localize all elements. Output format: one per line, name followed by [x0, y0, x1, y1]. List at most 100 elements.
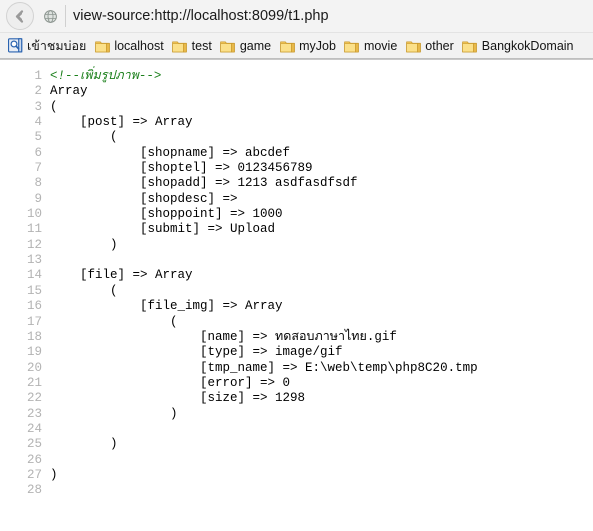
code-line: 16 [file_img] => Array [0, 299, 593, 314]
line-code: [shoptel] => 0123456789 [50, 161, 313, 176]
browser-chrome: เข้าชมบ่อย localhost test game myJob movie oth… [0, 0, 593, 60]
code-line: 9 [shopdesc] => [0, 192, 593, 207]
bookmark-item-test[interactable]: test [169, 35, 217, 56]
code-line: 12 ) [0, 238, 593, 253]
line-number: 21 [26, 375, 42, 390]
bookmark-item-localhost[interactable]: localhost [91, 35, 168, 56]
code-line: 7 [shoptel] => 0123456789 [0, 161, 593, 176]
bookmark-label: test [191, 38, 212, 53]
bookmark-item-myjob[interactable]: myJob [276, 35, 341, 56]
line-code: [submit] => Upload [50, 222, 276, 237]
address-bar-divider [65, 5, 66, 27]
line-number: 15 [26, 283, 42, 298]
line-number: 17 [26, 314, 42, 329]
bookmark-item-movie[interactable]: movie [341, 35, 402, 56]
line-number: 28 [26, 483, 42, 498]
line-number: 20 [26, 360, 42, 375]
line-code: Array [50, 84, 88, 99]
line-code: [name] => ทดสอบภาษาไทย.gif [50, 329, 397, 344]
bookmark-label: other [425, 38, 454, 53]
line-code: ( [50, 283, 118, 298]
code-line: 20 [tmp_name] => E:\web\temp\php8C20.tmp [0, 361, 593, 376]
code-line: 1 <!--เพิ่มรูปภาพ--> [0, 69, 593, 84]
code-line: 6 [shopname] => abcdef [0, 146, 593, 161]
navigation-toolbar [0, 0, 593, 32]
line-code: [shopdesc] => [50, 191, 246, 206]
code-line: 13 [0, 253, 593, 268]
line-code: [file] => Array [50, 268, 193, 283]
code-line: 2 Array [0, 84, 593, 99]
most-visited-icon [7, 38, 23, 54]
folder-icon [405, 38, 421, 54]
line-code: [tmp_name] => E:\web\temp\php8C20.tmp [50, 360, 478, 375]
arrow-left-icon [15, 9, 23, 23]
line-code: [shopname] => abcdef [50, 145, 291, 160]
bookmark-label: localhost [114, 38, 164, 53]
line-number: 26 [26, 452, 42, 467]
code-line: 24 [0, 422, 593, 437]
code-line: 19 [type] => image/gif [0, 345, 593, 360]
code-line: 28 [0, 483, 593, 498]
bookmark-label: game [239, 38, 272, 53]
folder-icon [279, 38, 295, 54]
bookmark-label: movie [363, 38, 398, 53]
line-number: 22 [26, 391, 42, 406]
folder-icon [344, 38, 360, 54]
line-number: 23 [26, 406, 42, 421]
line-number: 13 [26, 253, 42, 268]
line-number: 11 [26, 222, 42, 237]
line-number: 25 [26, 437, 42, 452]
line-number: 24 [26, 421, 42, 436]
line-number: 3 [34, 99, 42, 114]
view-source-content[interactable]: 1 <!--เพิ่มรูปภาพ--> 2 Array 3(4 [post] => A… [0, 60, 593, 531]
line-number: 1 [34, 69, 42, 83]
bookmark-item-game[interactable]: game [217, 35, 276, 56]
line-code: <!--เพิ่มรูปภาพ--> [50, 69, 162, 83]
line-number: 10 [26, 207, 42, 222]
line-code: [shoppoint] => 1000 [50, 207, 283, 222]
line-number: 18 [26, 329, 42, 344]
bookmark-item-bangkokdomain[interactable]: BangkokDomain [459, 35, 579, 56]
folder-icon [172, 38, 188, 54]
line-number: 7 [34, 161, 42, 176]
back-button[interactable] [6, 2, 34, 30]
address-input[interactable] [73, 5, 593, 27]
code-line: 26 [0, 453, 593, 468]
code-line: 14 [file] => Array [0, 268, 593, 283]
folder-icon [462, 38, 478, 54]
bookmark-item-เข้าชมบ่อย[interactable]: เข้าชมบ่อย [4, 35, 91, 56]
line-code: ) [50, 237, 118, 252]
bookmark-item-other[interactable]: other [402, 35, 459, 56]
line-number: 19 [26, 345, 42, 360]
line-code: [file_img] => Array [50, 299, 283, 314]
code-line: 22 [size] => 1298 [0, 391, 593, 406]
bookmark-label: BangkokDomain [481, 38, 574, 53]
folder-icon [94, 38, 110, 54]
bookmarks-bar: เข้าชมบ่อย localhost test game myJob movie oth… [0, 32, 593, 59]
code-line: 8 [shopadd] => 1213 asdfasdfsdf [0, 176, 593, 191]
line-number: 16 [26, 299, 42, 314]
line-code: [size] => 1298 [50, 391, 306, 406]
code-line: 17 ( [0, 315, 593, 330]
line-code: [post] => Array [50, 115, 193, 130]
line-code: ) [50, 467, 58, 482]
line-code: [shopadd] => 1213 asdfasdfsdf [50, 176, 358, 191]
line-number: 8 [34, 176, 42, 191]
code-line: 21 [error] => 0 [0, 376, 593, 391]
line-number: 5 [34, 130, 42, 145]
code-line: 15 ( [0, 284, 593, 299]
line-number: 14 [26, 268, 42, 283]
line-number: 12 [26, 237, 42, 252]
line-number: 4 [34, 115, 42, 130]
code-line: 11 [submit] => Upload [0, 222, 593, 237]
line-number: 2 [34, 84, 42, 99]
code-line: 23 ) [0, 407, 593, 422]
line-number: 27 [26, 467, 42, 482]
code-line: 3( [0, 100, 593, 115]
line-code: ) [50, 437, 118, 452]
line-code: ( [50, 314, 178, 329]
line-number: 9 [34, 191, 42, 206]
line-code: [type] => image/gif [50, 345, 343, 360]
code-line: 27) [0, 468, 593, 483]
bookmark-label: myJob [299, 38, 336, 53]
